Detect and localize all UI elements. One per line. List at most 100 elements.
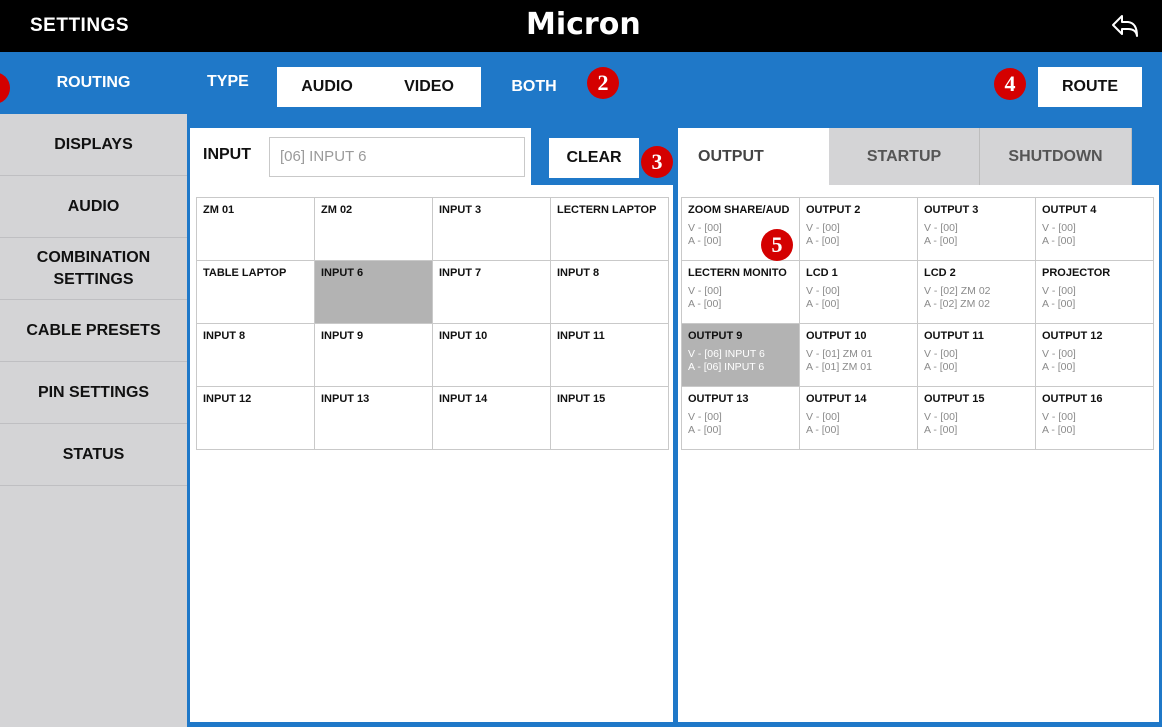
output-video-route: V - [00]: [806, 222, 840, 234]
output-audio-route: A - [02] ZM 02: [924, 298, 990, 310]
sidebar-item-status[interactable]: STATUS: [0, 424, 187, 486]
output-cell[interactable]: OUTPUT 3 V - [00] A - [00]: [918, 198, 1036, 261]
output-audio-route: A - [00]: [1042, 361, 1076, 373]
input-cell[interactable]: ZM 02: [315, 198, 433, 261]
output-video-route: V - [00]: [688, 411, 722, 423]
type-audio-button[interactable]: AUDIO: [277, 67, 377, 107]
output-video-route: V - [02] ZM 02: [924, 285, 991, 297]
output-audio-route: A - [01] ZM 01: [806, 361, 872, 373]
output-audio-route: A - [00]: [924, 235, 958, 247]
tab-shutdown[interactable]: SHUTDOWN: [980, 128, 1132, 185]
output-video-route: V - [00]: [1042, 411, 1076, 423]
output-video-route: V - [01] ZM 01: [806, 348, 873, 360]
input-name: INPUT 8: [203, 330, 246, 342]
output-name: OUTPUT 15: [924, 393, 985, 405]
input-cell[interactable]: TABLE LAPTOP: [197, 261, 315, 324]
output-video-route: V - [00]: [924, 348, 958, 360]
output-cell[interactable]: OUTPUT 4 V - [00] A - [00]: [1036, 198, 1154, 261]
input-cell[interactable]: INPUT 6: [315, 261, 433, 324]
output-name: OUTPUT 2: [806, 204, 861, 216]
sidebar-item-displays[interactable]: DISPLAYS: [0, 114, 187, 176]
sidebar-item-pin-settings[interactable]: PIN SETTINGS: [0, 362, 187, 424]
output-cell[interactable]: PROJECTOR V - [00] A - [00]: [1036, 261, 1154, 324]
output-cell[interactable]: OUTPUT 15 V - [00] A - [00]: [918, 387, 1036, 450]
sidebar-item-label: DISPLAYS: [54, 135, 133, 153]
output-cell[interactable]: OUTPUT 2 V - [00] A - [00]: [800, 198, 918, 261]
output-list-panel: ZOOM SHARE/AUD V - [00] A - [00] OUTPUT 2V …: [678, 185, 1159, 722]
input-list-panel: ZM 01 ZM 02 INPUT 3 LECTERN LAPTOP TABLE LAP…: [190, 185, 673, 722]
input-cell[interactable]: INPUT 10: [433, 324, 551, 387]
output-audio-route: A - [00]: [1042, 235, 1076, 247]
output-name: OUTPUT 3: [924, 204, 979, 216]
input-cell[interactable]: INPUT 8: [551, 261, 669, 324]
input-cell[interactable]: INPUT 11: [551, 324, 669, 387]
input-name: INPUT 9: [321, 330, 364, 342]
output-cell[interactable]: LCD 2 V - [02] ZM 02 A - [02] ZM 02: [918, 261, 1036, 324]
output-cell[interactable]: OUTPUT 9 V - [06] INPUT 6A - [06] INPUT 6: [682, 324, 800, 387]
output-video-route: V - [00]: [806, 285, 840, 297]
input-header: INPUT [06] INPUT 6: [190, 128, 531, 185]
output-name: OUTPUT 4: [1042, 204, 1097, 216]
output-video-route: V - [00]: [1042, 348, 1076, 360]
input-name: INPUT 15: [557, 393, 606, 405]
sidebar-item-audio[interactable]: AUDIO: [0, 176, 187, 238]
sidebar-item-label: CABLE PRESETS: [26, 321, 161, 339]
type-video-button[interactable]: VIDEO: [377, 67, 481, 107]
routing-panel: TYPE AUDIO VIDEO BOTH ROUTE INPUT [06] I…: [187, 52, 1162, 727]
output-video-route: V - [00]: [688, 285, 722, 297]
input-name: TABLE LAPTOP: [203, 267, 287, 279]
input-cell[interactable]: INPUT 3: [433, 198, 551, 261]
output-name: OUTPUT 10: [806, 330, 867, 342]
input-cell[interactable]: INPUT 15: [551, 387, 669, 450]
sidebar-item-cable-presets[interactable]: CABLE PRESETS: [0, 300, 187, 362]
annotation-badge-2: 2: [587, 67, 619, 99]
input-name: INPUT 7: [439, 267, 482, 279]
output-cell[interactable]: LCD 1 V - [00] A - [00]: [800, 261, 918, 324]
output-name: OUTPUT 16: [1042, 393, 1103, 405]
output-video-route: V - [00]: [924, 411, 958, 423]
route-button[interactable]: ROUTE: [1038, 67, 1142, 107]
output-cell[interactable]: LECTERN MONITO V - [00] A - [00]: [682, 261, 800, 324]
back-arrow-icon[interactable]: [1110, 12, 1140, 40]
input-name: INPUT 10: [439, 330, 488, 342]
sidebar-item-combination-settings[interactable]: COMBINATION SETTINGS: [0, 238, 187, 300]
output-name: LCD 2: [924, 267, 956, 279]
input-cell[interactable]: ZM 01: [197, 198, 315, 261]
sidebar-item-label: PIN SETTINGS: [37, 383, 150, 401]
output-cell[interactable]: OUTPUT 14 V - [00] A - [00]: [800, 387, 918, 450]
output-cell[interactable]: OUTPUT 10 V - [01] ZM 01 A - [01] ZM 01: [800, 324, 918, 387]
input-cell[interactable]: LECTERN LAPTOP: [551, 198, 669, 261]
output-cell[interactable]: OUTPUT 12 V - [00] A - [00]: [1036, 324, 1154, 387]
annotation-badge-5: 5: [761, 229, 793, 261]
page-title: SETTINGS: [30, 15, 130, 36]
tab-output[interactable]: OUTPUT: [678, 128, 829, 185]
input-name: INPUT 8: [557, 267, 600, 279]
output-video-route: V - [00]: [806, 411, 840, 423]
type-both-button[interactable]: BOTH: [481, 67, 587, 107]
output-audio-route: A - [00]: [688, 424, 722, 436]
input-name: LECTERN LAPTOP: [557, 204, 657, 216]
input-cell[interactable]: INPUT 9: [315, 324, 433, 387]
input-cell[interactable]: INPUT 13: [315, 387, 433, 450]
clear-button[interactable]: CLEAR: [549, 138, 639, 178]
sidebar-item-label: STATUS: [62, 445, 125, 463]
input-cell[interactable]: INPUT 8: [197, 324, 315, 387]
input-cell[interactable]: INPUT 7: [433, 261, 551, 324]
input-name: ZM 01: [203, 204, 235, 216]
output-cell[interactable]: OUTPUT 16 V - [00] A - [00]: [1036, 387, 1154, 450]
input-cell[interactable]: INPUT 14: [433, 387, 551, 450]
input-field[interactable]: [06] INPUT 6: [269, 137, 525, 177]
sidebar-item-label: AUDIO: [67, 197, 120, 215]
input-cell[interactable]: INPUT 12: [197, 387, 315, 450]
output-audio-route: A - [00]: [688, 298, 722, 310]
sidebar-item-label: COMBINATION SETTINGS: [36, 248, 151, 288]
output-cell[interactable]: OUTPUT 11 V - [00] A - [00]: [918, 324, 1036, 387]
output-video-route: V - [06] INPUT 6: [688, 348, 765, 360]
input-name: ZM 02: [321, 204, 353, 216]
annotation-badge-3: 3: [641, 146, 673, 178]
input-name: INPUT 13: [321, 393, 370, 405]
output-cell[interactable]: OUTPUT 13 V - [00] A - [00]: [682, 387, 800, 450]
output-name: OUTPUT 11: [924, 330, 984, 342]
sidebar-item-routing[interactable]: ROUTING: [0, 52, 187, 114]
tab-startup[interactable]: STARTUP: [829, 128, 980, 185]
